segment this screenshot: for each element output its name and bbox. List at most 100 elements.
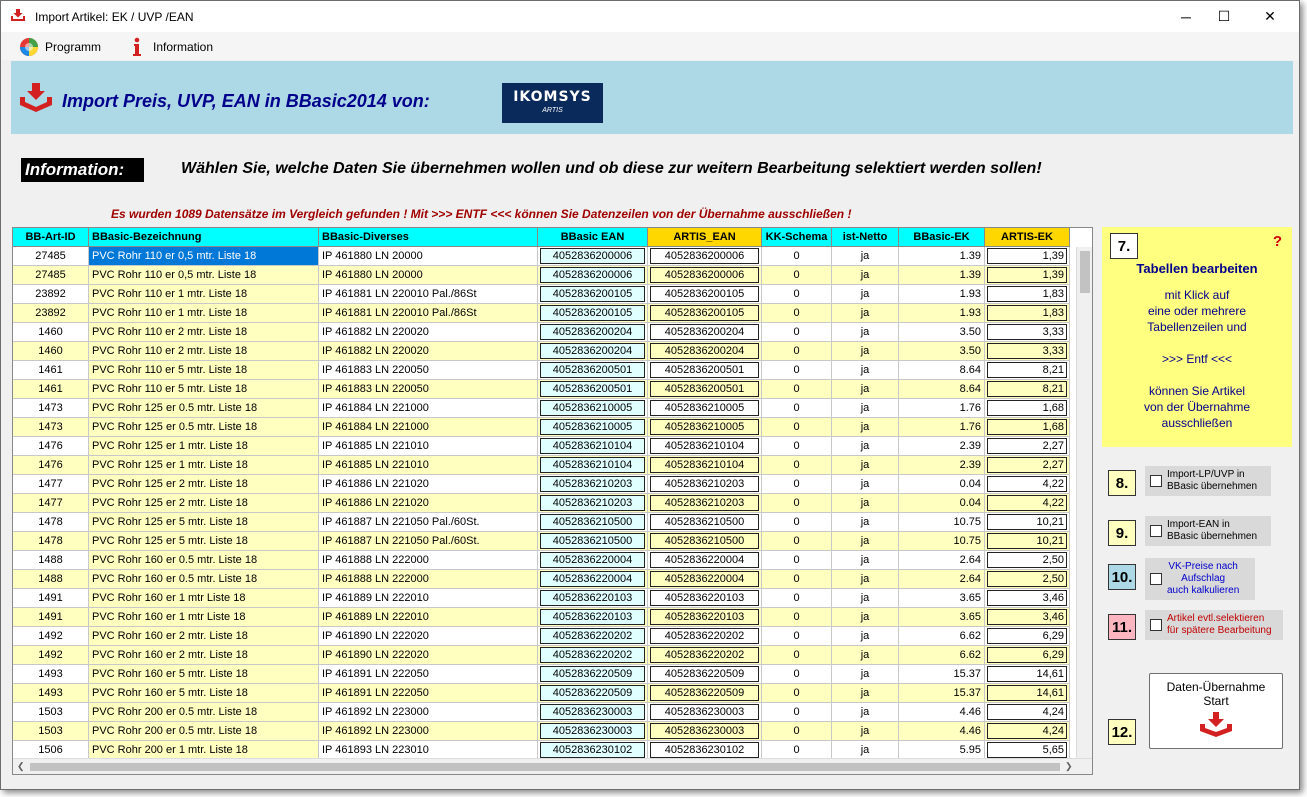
cell-ist-netto[interactable]: ja	[832, 361, 899, 380]
import-ean-checkbox[interactable]	[1150, 525, 1162, 537]
cell-ist-netto[interactable]: ja	[832, 494, 899, 513]
cell-artis-ek[interactable]: 1,39	[985, 266, 1070, 285]
table-row[interactable]: 1476 PVC Rohr 125 er 1 mtr. Liste 18 IP 46…	[13, 456, 1070, 475]
cell-artis-ek[interactable]: 2,27	[985, 456, 1070, 475]
cell-bbasic-ean[interactable]: 4052836200006	[538, 266, 648, 285]
table-row[interactable]: 1477 PVC Rohr 125 er 2 mtr. Liste 18 IP 46…	[13, 494, 1070, 513]
cell-ist-netto[interactable]: ja	[832, 589, 899, 608]
cell-bezeichnung[interactable]: PVC Rohr 110 er 2 mtr. Liste 18	[89, 323, 319, 342]
cell-ist-netto[interactable]: ja	[832, 285, 899, 304]
cell-diverses[interactable]: IP 461887 LN 221050 Pal./60St.	[319, 532, 538, 551]
close-button[interactable]: ✕	[1247, 1, 1293, 32]
cell-diverses[interactable]: IP 461884 LN 221000	[319, 418, 538, 437]
cell-kk-schema[interactable]: 0	[762, 304, 832, 323]
cell-artis-ean[interactable]: 4052836220509	[648, 665, 762, 684]
cell-bbasic-ean[interactable]: 4052836220509	[538, 684, 648, 703]
vertical-scroll-thumb[interactable]	[1080, 251, 1090, 293]
cell-artis-ean[interactable]: 4052836220103	[648, 608, 762, 627]
table-row[interactable]: 1478 PVC Rohr 125 er 5 mtr. Liste 18 IP 46…	[13, 532, 1070, 551]
cell-bbasic-ean[interactable]: 4052836220509	[538, 665, 648, 684]
cell-artis-ean[interactable]: 4052836210005	[648, 399, 762, 418]
cell-art-id[interactable]: 1478	[13, 532, 89, 551]
cell-diverses[interactable]: IP 461883 LN 220050	[319, 361, 538, 380]
cell-art-id[interactable]: 1460	[13, 342, 89, 361]
cell-kk-schema[interactable]: 0	[762, 513, 832, 532]
cell-kk-schema[interactable]: 0	[762, 703, 832, 722]
cell-diverses[interactable]: IP 461880 LN 20000	[319, 266, 538, 285]
cell-artis-ean[interactable]: 4052836230003	[648, 722, 762, 741]
cell-art-id[interactable]: 1476	[13, 456, 89, 475]
cell-art-id[interactable]: 1460	[13, 323, 89, 342]
cell-artis-ean[interactable]: 4052836220509	[648, 684, 762, 703]
table-row[interactable]: 1503 PVC Rohr 200 er 0.5 mtr. Liste 18 IP …	[13, 722, 1070, 741]
cell-artis-ek[interactable]: 6,29	[985, 646, 1070, 665]
column-header-bbasic-ek[interactable]: BBasic-EK	[899, 228, 985, 247]
data-grid[interactable]: BB-Art-ID BBasic-Bezeichnung BBasic-Divers…	[12, 227, 1093, 775]
horizontal-scrollbar[interactable]: ❮ ❯	[13, 758, 1092, 774]
cell-diverses[interactable]: IP 461882 LN 220020	[319, 342, 538, 361]
table-row[interactable]: 1460 PVC Rohr 110 er 2 mtr. Liste 18 IP 46…	[13, 342, 1070, 361]
cell-artis-ek[interactable]: 10,21	[985, 532, 1070, 551]
table-row[interactable]: 1461 PVC Rohr 110 er 5 mtr. Liste 18 IP 46…	[13, 361, 1070, 380]
cell-artis-ek[interactable]: 3,46	[985, 589, 1070, 608]
cell-bezeichnung[interactable]: PVC Rohr 110 er 5 mtr. Liste 18	[89, 361, 319, 380]
cell-bbasic-ean[interactable]: 4052836220103	[538, 589, 648, 608]
artikel-selektieren-checkbox[interactable]	[1150, 619, 1162, 631]
cell-bbasic-ean[interactable]: 4052836230003	[538, 703, 648, 722]
cell-artis-ean[interactable]: 4052836220202	[648, 646, 762, 665]
cell-ist-netto[interactable]: ja	[832, 247, 899, 266]
cell-diverses[interactable]: IP 461885 LN 221010	[319, 437, 538, 456]
cell-ist-netto[interactable]: ja	[832, 399, 899, 418]
start-import-button[interactable]: Daten-Übernahme Start	[1149, 673, 1283, 749]
cell-bbasic-ek[interactable]: 15.37	[899, 684, 985, 703]
table-row[interactable]: 1473 PVC Rohr 125 er 0.5 mtr. Liste 18 IP …	[13, 399, 1070, 418]
cell-artis-ek[interactable]: 1,39	[985, 247, 1070, 266]
table-row[interactable]: 23892 PVC Rohr 110 er 1 mtr. Liste 18 IP 4…	[13, 304, 1070, 323]
cell-diverses[interactable]: IP 461891 LN 222050	[319, 665, 538, 684]
menu-information[interactable]: Information	[127, 36, 213, 58]
cell-bbasic-ek[interactable]: 10.75	[899, 513, 985, 532]
cell-bbasic-ean[interactable]: 4052836200105	[538, 304, 648, 323]
cell-artis-ean[interactable]: 4052836200006	[648, 266, 762, 285]
cell-art-id[interactable]: 1491	[13, 589, 89, 608]
cell-bbasic-ek[interactable]: 1.93	[899, 304, 985, 323]
cell-ist-netto[interactable]: ja	[832, 437, 899, 456]
cell-kk-schema[interactable]: 0	[762, 361, 832, 380]
help-question-icon[interactable]: ?	[1273, 233, 1282, 250]
cell-artis-ek[interactable]: 14,61	[985, 665, 1070, 684]
vertical-scrollbar[interactable]	[1076, 247, 1092, 759]
cell-bbasic-ean[interactable]: 4052836200006	[538, 247, 648, 266]
cell-artis-ek[interactable]: 2,27	[985, 437, 1070, 456]
cell-bbasic-ek[interactable]: 1.39	[899, 266, 985, 285]
cell-ist-netto[interactable]: ja	[832, 456, 899, 475]
cell-diverses[interactable]: IP 461880 LN 20000	[319, 247, 538, 266]
cell-diverses[interactable]: IP 461886 LN 221020	[319, 494, 538, 513]
cell-bezeichnung[interactable]: PVC Rohr 125 er 1 mtr. Liste 18	[89, 437, 319, 456]
cell-artis-ek[interactable]: 4,22	[985, 475, 1070, 494]
cell-artis-ean[interactable]: 4052836200006	[648, 247, 762, 266]
cell-bbasic-ean[interactable]: 4052836230003	[538, 722, 648, 741]
cell-diverses[interactable]: IP 461887 LN 221050 Pal./60St.	[319, 513, 538, 532]
cell-bbasic-ean[interactable]: 4052836200204	[538, 323, 648, 342]
cell-artis-ek[interactable]: 8,21	[985, 361, 1070, 380]
cell-ist-netto[interactable]: ja	[832, 551, 899, 570]
cell-diverses[interactable]: IP 461890 LN 222020	[319, 627, 538, 646]
cell-art-id[interactable]: 1492	[13, 646, 89, 665]
cell-diverses[interactable]: IP 461888 LN 222000	[319, 570, 538, 589]
cell-artis-ean[interactable]: 4052836210005	[648, 418, 762, 437]
cell-bezeichnung[interactable]: PVC Rohr 200 er 0.5 mtr. Liste 18	[89, 722, 319, 741]
cell-bezeichnung[interactable]: PVC Rohr 110 er 0,5 mtr. Liste 18	[89, 266, 319, 285]
cell-ist-netto[interactable]: ja	[832, 684, 899, 703]
cell-kk-schema[interactable]: 0	[762, 570, 832, 589]
cell-ist-netto[interactable]: ja	[832, 722, 899, 741]
cell-kk-schema[interactable]: 0	[762, 418, 832, 437]
cell-kk-schema[interactable]: 0	[762, 608, 832, 627]
cell-ist-netto[interactable]: ja	[832, 608, 899, 627]
cell-art-id[interactable]: 27485	[13, 266, 89, 285]
cell-diverses[interactable]: IP 461881 LN 220010 Pal./86St	[319, 285, 538, 304]
column-header-kk-schema[interactable]: KK-Schema	[762, 228, 832, 247]
option-vk-preise[interactable]: VK-Preise nach Aufschlag auch kalkuliere…	[1145, 558, 1255, 600]
table-row[interactable]: 1460 PVC Rohr 110 er 2 mtr. Liste 18 IP 46…	[13, 323, 1070, 342]
cell-artis-ek[interactable]: 4,24	[985, 722, 1070, 741]
cell-bezeichnung[interactable]: PVC Rohr 160 er 1 mtr Liste 18	[89, 608, 319, 627]
